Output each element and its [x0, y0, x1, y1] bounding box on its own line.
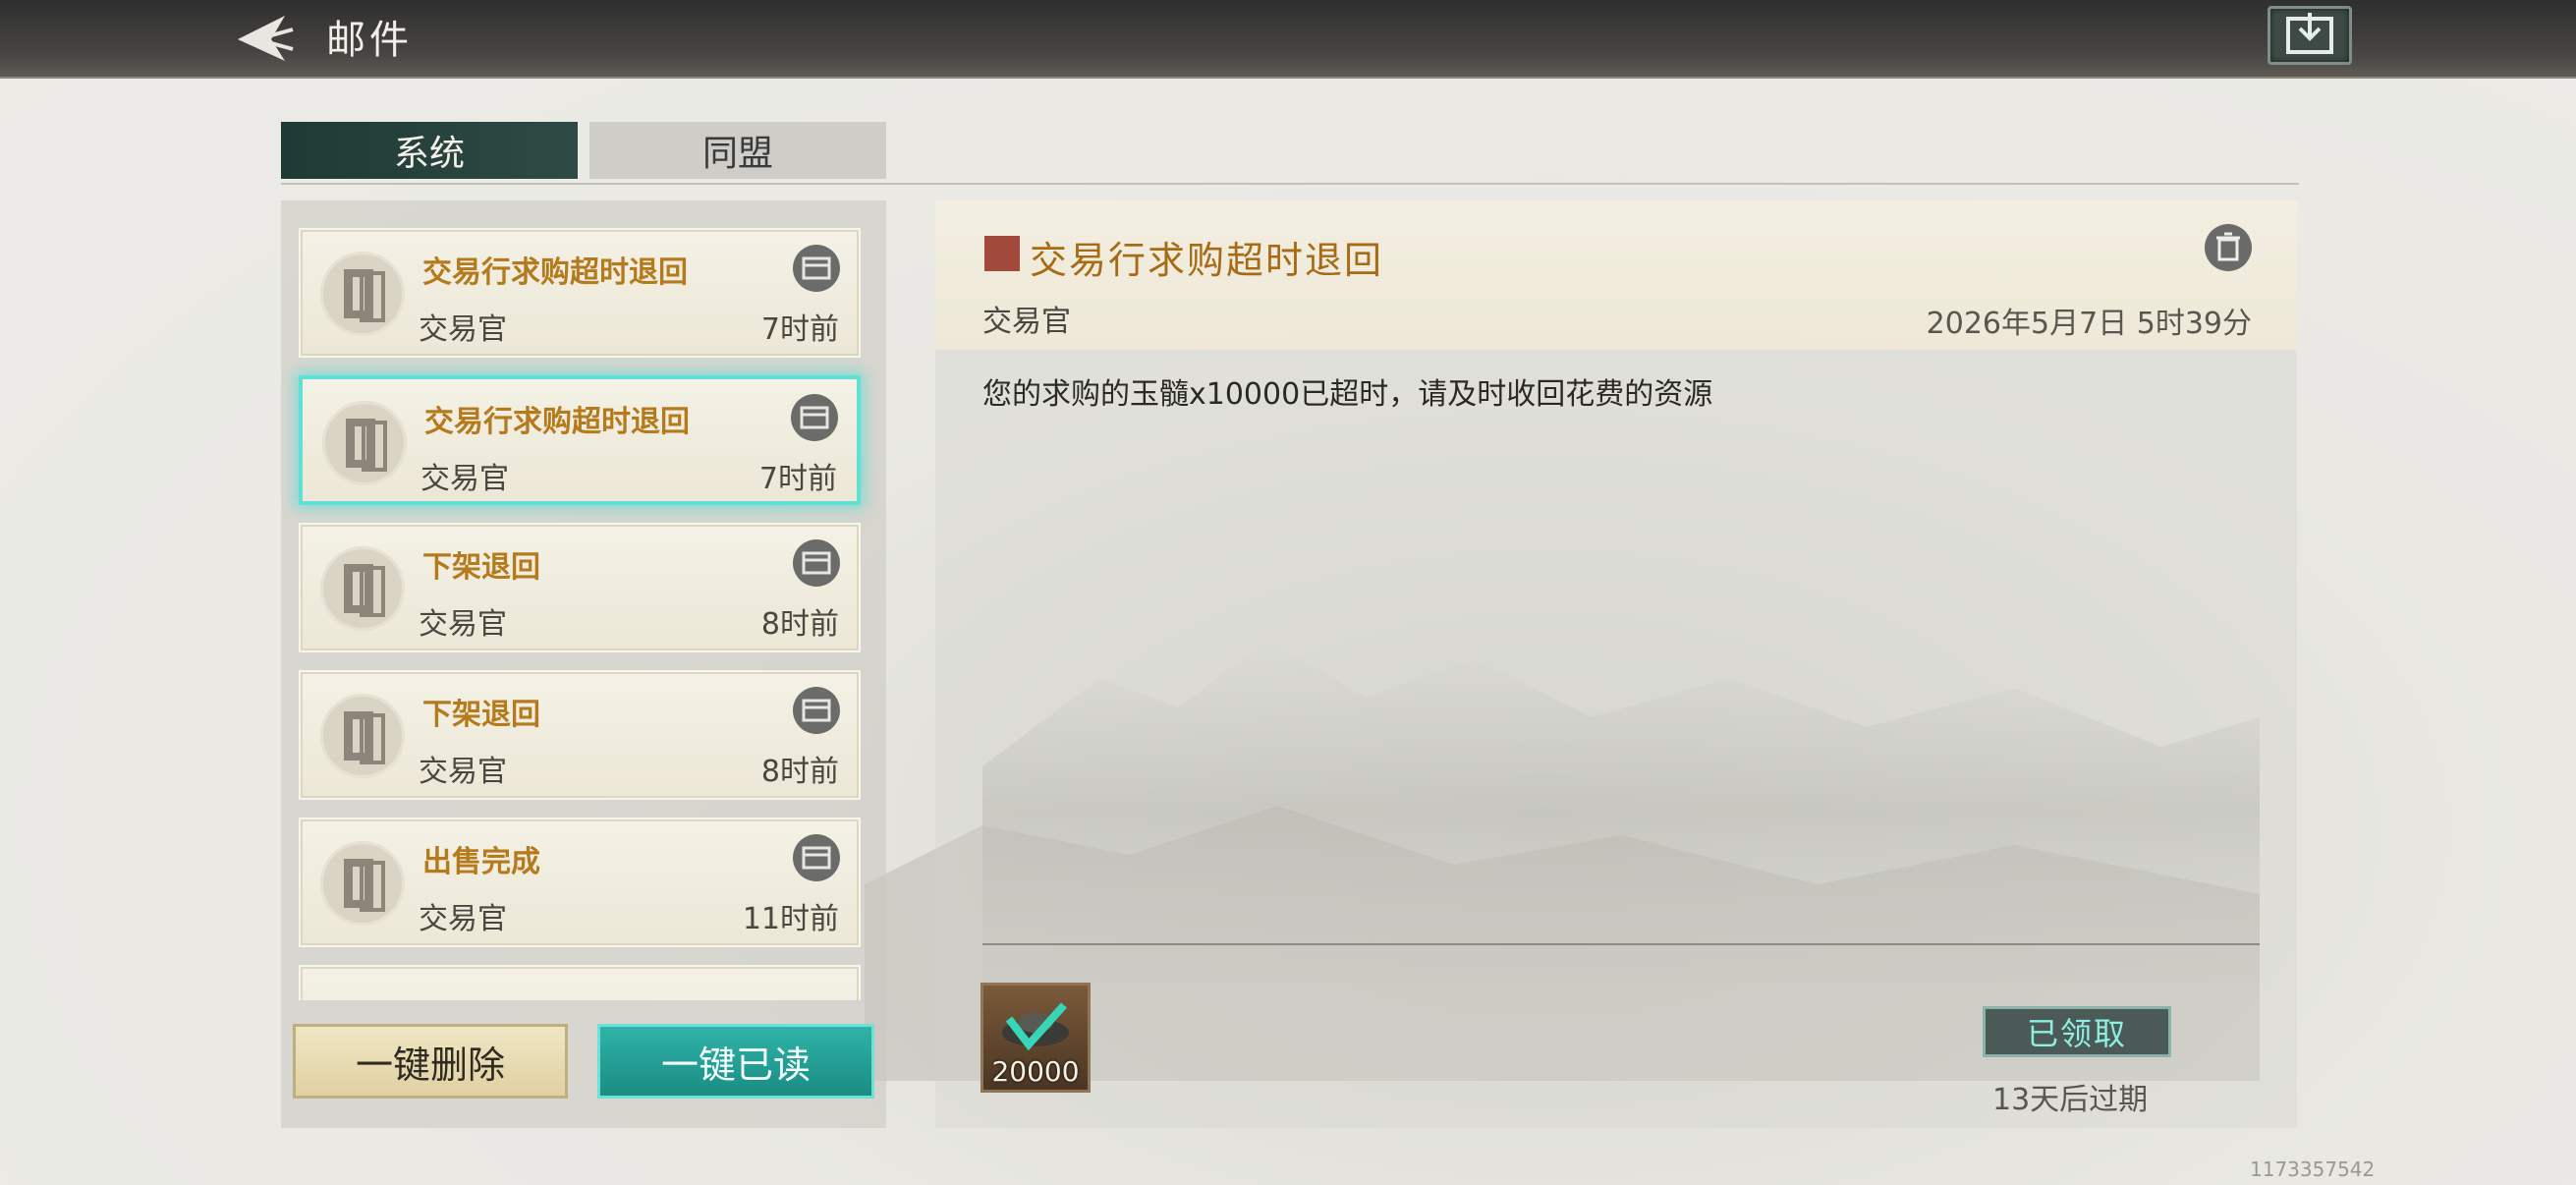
inbox-download-icon — [2286, 13, 2333, 54]
top-bar: 邮件 — [0, 0, 2576, 79]
mail-subject: 交易行求购超时退回 — [422, 255, 688, 290]
scroll-icon — [320, 841, 405, 926]
mail-item[interactable]: 下架退回 交易官 8时前 — [299, 523, 861, 652]
chest-icon — [793, 245, 840, 292]
reward-quantity: 20000 — [991, 1055, 1080, 1088]
scroll-icon — [320, 252, 405, 336]
tab-alliance[interactable]: 同盟 — [589, 122, 886, 179]
mail-item[interactable]: 出售完成 交易官 11时前 — [299, 818, 861, 947]
delete-all-button[interactable]: 一键删除 — [293, 1024, 568, 1099]
delete-mail-button[interactable] — [2205, 224, 2252, 271]
mail-time: 11时前 — [742, 902, 839, 936]
trash-icon — [2216, 232, 2240, 261]
chest-icon — [793, 834, 840, 881]
claimed-status-button[interactable]: 已领取 — [1983, 1006, 2171, 1057]
read-all-button[interactable]: 一键已读 — [597, 1024, 874, 1099]
mail-sender: 交易官 — [419, 312, 507, 347]
mail-time: 7时前 — [760, 312, 839, 347]
mail-time: 8时前 — [760, 755, 839, 789]
page-title: 邮件 — [326, 18, 413, 63]
mail-subject: 交易行求购超时退回 — [424, 405, 690, 439]
chest-icon — [793, 687, 840, 734]
mail-list-panel: 交易行求购超时退回 交易官 7时前 交易行求购超时退回 交易官 7时前 下架退回… — [281, 200, 886, 1128]
seal-icon — [984, 236, 1020, 271]
mail-sender: 交易官 — [419, 607, 507, 642]
reward-item[interactable]: 20000 — [980, 983, 1091, 1093]
mail-sender: 交易官 — [419, 755, 507, 789]
mail-subject: 下架退回 — [422, 550, 540, 585]
detail-body: 您的求购的玉髓x10000已超时，请及时收回花费的资源 — [982, 377, 1713, 412]
scroll-icon — [320, 694, 405, 778]
detail-date: 2026年5月7日 5时39分 — [1926, 307, 2252, 341]
mail-sender: 交易官 — [420, 462, 509, 496]
tab-system[interactable]: 系统 — [281, 122, 578, 179]
mail-list[interactable]: 交易行求购超时退回 交易官 7时前 交易行求购超时退回 交易官 7时前 下架退回… — [281, 200, 886, 1000]
mail-detail-panel: 交易行求购超时退回 交易官 2026年5月7日 5时39分 您的求购的玉髓x10… — [935, 200, 2297, 1128]
back-arrow-icon — [238, 16, 294, 61]
detail-title: 交易行求购超时退回 — [1030, 239, 1384, 282]
detail-sender: 交易官 — [982, 305, 1071, 339]
tab-divider — [281, 183, 2299, 185]
detail-header: 交易行求购超时退回 交易官 2026年5月7日 5时39分 — [935, 200, 2297, 350]
scroll-icon — [322, 401, 407, 485]
detail-divider — [982, 943, 2260, 945]
mail-item-selected[interactable]: 交易行求购超时退回 交易官 7时前 — [299, 375, 861, 505]
mail-subject: 下架退回 — [422, 698, 540, 732]
player-uid: 1173357542 — [2250, 1157, 2376, 1181]
chest-icon — [791, 394, 838, 441]
mail-item[interactable]: 交易行求购超时退回 交易官 7时前 — [299, 228, 861, 358]
mail-time: 7时前 — [758, 462, 837, 496]
back-button[interactable] — [224, 10, 303, 67]
chest-icon — [793, 539, 840, 587]
mail-time: 8时前 — [760, 607, 839, 642]
expire-text: 13天后过期 — [1992, 1083, 2149, 1117]
mail-item-partial[interactable] — [299, 965, 861, 1000]
mail-sender: 交易官 — [419, 902, 507, 936]
scroll-icon — [320, 546, 405, 631]
inbox-download-button[interactable] — [2268, 6, 2352, 65]
mail-item[interactable]: 下架退回 交易官 8时前 — [299, 670, 861, 800]
mail-subject: 出售完成 — [422, 845, 540, 879]
